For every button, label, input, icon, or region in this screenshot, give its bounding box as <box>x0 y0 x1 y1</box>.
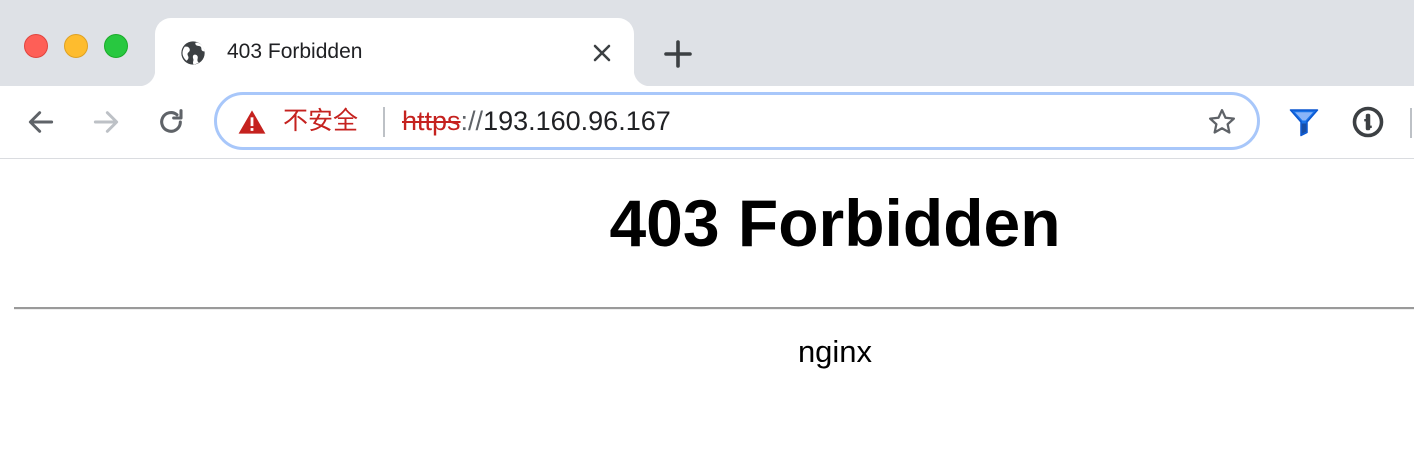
tab-strip: 403 Forbidden <box>0 0 1414 86</box>
reload-icon[interactable] <box>155 106 187 138</box>
horizontal-rule <box>14 307 1414 310</box>
password-manager-icon[interactable] <box>1350 104 1386 140</box>
omnibox-divider <box>383 107 385 137</box>
address-bar[interactable]: 不安全 https://193.160.96.167 <box>214 92 1260 150</box>
page-content: 403 Forbidden nginx <box>0 159 1414 450</box>
arrow-left-icon[interactable] <box>25 106 57 138</box>
warning-triangle-icon[interactable] <box>238 109 266 135</box>
window-close-button[interactable] <box>24 34 48 58</box>
arrow-right-icon[interactable] <box>90 106 122 138</box>
funnel-icon[interactable] <box>1286 104 1322 140</box>
url-text[interactable]: https://193.160.96.167 <box>402 106 671 136</box>
toolbar-separator <box>1410 108 1412 138</box>
star-outline-icon[interactable] <box>1207 107 1237 137</box>
page-title: 403 Forbidden <box>609 186 1061 260</box>
security-status-label[interactable]: 不安全 <box>283 106 358 136</box>
url-host: 193.160.96.167 <box>483 106 671 136</box>
url-scheme: https <box>402 106 461 136</box>
window-minimize-button[interactable] <box>64 34 88 58</box>
tab-title: 403 Forbidden <box>227 40 363 63</box>
url-separator: :// <box>460 106 484 136</box>
toolbar: 不安全 https://193.160.96.167 <box>0 86 1414 159</box>
server-signature: nginx <box>797 334 873 369</box>
window-maximize-button[interactable] <box>104 34 128 58</box>
globe-icon <box>181 41 205 65</box>
plus-icon[interactable] <box>660 36 696 72</box>
close-icon[interactable] <box>588 39 616 67</box>
browser-window: 403 Forbidden 不安全 https://193.160.96.167… <box>0 0 1414 450</box>
tab-active[interactable]: 403 Forbidden <box>139 18 650 86</box>
